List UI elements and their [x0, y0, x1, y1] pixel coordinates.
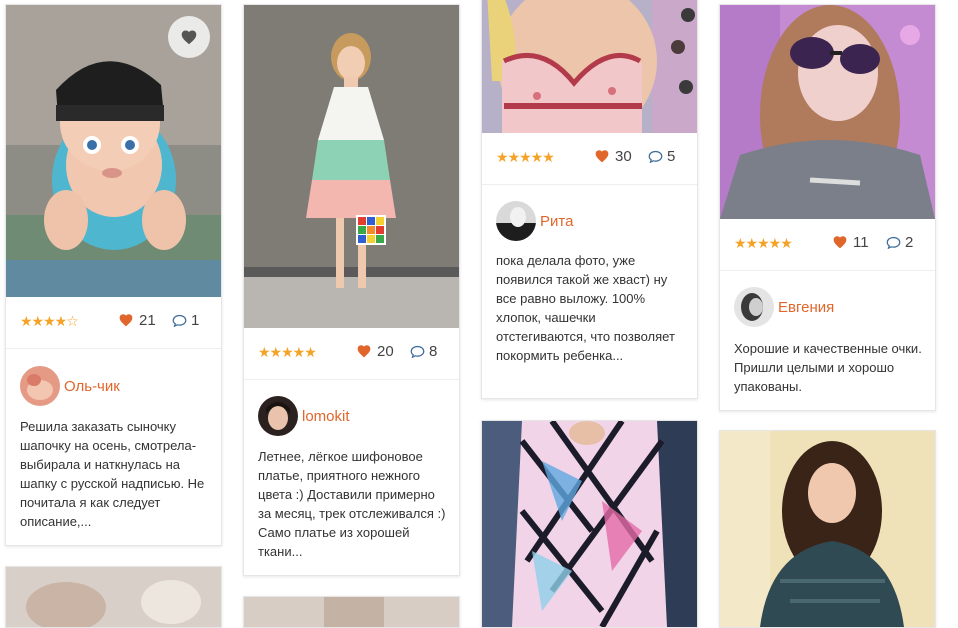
comments-count: 1 [191, 312, 200, 329]
author-name[interactable]: Евгения [778, 299, 834, 316]
review-photo[interactable] [720, 5, 935, 219]
review-photo[interactable] [720, 431, 935, 627]
review-author[interactable]: Рита [496, 201, 573, 241]
comments-count: 2 [905, 234, 914, 251]
review-card[interactable] [243, 596, 460, 628]
review-stats: ★★★★★ 30 5 [482, 134, 697, 185]
review-photo[interactable] [6, 567, 221, 627]
review-text: Хорошие и качественные очки. Пришли целы… [734, 341, 922, 394]
review-author[interactable]: Оль-чик [20, 366, 120, 406]
heart-icon [595, 150, 609, 163]
comments-counter[interactable]: 2 [886, 234, 913, 251]
review-card[interactable]: ★★★★★ 20 8 lomokit Летнее, лёгкое шифоно… [243, 4, 460, 576]
author-name[interactable]: lomokit [302, 408, 350, 425]
heart-icon [181, 30, 197, 45]
review-photo[interactable] [244, 5, 459, 328]
star-rating-5: ★★★★★ [258, 344, 317, 360]
comments-count: 8 [429, 343, 438, 360]
review-card[interactable]: ★★★★★ 11 2 Евгения Хорошие и качественны… [719, 4, 936, 411]
likes-count: 20 [377, 343, 394, 360]
review-text: Летнее, лёгкое шифоновое платье, приятно… [258, 449, 446, 559]
review-text: Решила заказать сыночку шапочку на осень… [20, 419, 205, 529]
review-card[interactable] [719, 430, 936, 628]
review-photo[interactable] [482, 0, 697, 133]
comments-counter[interactable]: 8 [410, 343, 437, 360]
favorite-button[interactable] [168, 16, 210, 58]
heart-icon [119, 314, 133, 327]
comment-icon [886, 236, 901, 250]
heart-icon [357, 345, 371, 358]
comment-icon [410, 345, 425, 359]
likes-count: 21 [139, 312, 156, 329]
review-card[interactable]: ★★★★☆ 21 1 Оль-чик Решила заказать сыноч… [5, 4, 222, 546]
comment-icon [172, 314, 187, 328]
comment-icon [648, 150, 663, 164]
review-text: пока делала фото, уже появился такой же … [496, 253, 675, 363]
avatar[interactable] [258, 396, 298, 436]
review-stats: ★★★★☆ 21 1 [6, 298, 221, 349]
review-stats: ★★★★★ 11 2 [720, 220, 935, 271]
avatar[interactable] [496, 201, 536, 241]
review-card[interactable] [481, 420, 698, 628]
likes-counter[interactable]: 30 [594, 148, 632, 165]
review-author[interactable]: Евгения [734, 287, 834, 327]
star-rating-4: ★★★★☆ [20, 313, 79, 329]
review-stats: ★★★★★ 20 8 [244, 329, 459, 380]
review-card[interactable]: ★★★★★ 30 5 Рита пока делала фото, уже по… [481, 0, 698, 399]
comments-count: 5 [667, 148, 676, 165]
review-author[interactable]: lomokit [258, 396, 350, 436]
author-name[interactable]: Рита [540, 213, 573, 230]
likes-counter[interactable]: 21 [118, 312, 156, 329]
review-photo[interactable] [244, 597, 459, 627]
review-card[interactable] [5, 566, 222, 628]
comments-counter[interactable]: 5 [648, 148, 675, 165]
likes-counter[interactable]: 11 [832, 234, 869, 251]
avatar[interactable] [734, 287, 774, 327]
review-photo[interactable] [482, 421, 697, 627]
star-rating-5: ★★★★★ [734, 235, 793, 251]
star-rating-5: ★★★★★ [496, 149, 555, 165]
heart-icon [833, 236, 847, 249]
comments-counter[interactable]: 1 [172, 312, 199, 329]
likes-count: 30 [615, 148, 632, 165]
author-name[interactable]: Оль-чик [64, 378, 120, 395]
likes-count: 11 [853, 234, 869, 251]
avatar[interactable] [20, 366, 60, 406]
likes-counter[interactable]: 20 [356, 343, 394, 360]
